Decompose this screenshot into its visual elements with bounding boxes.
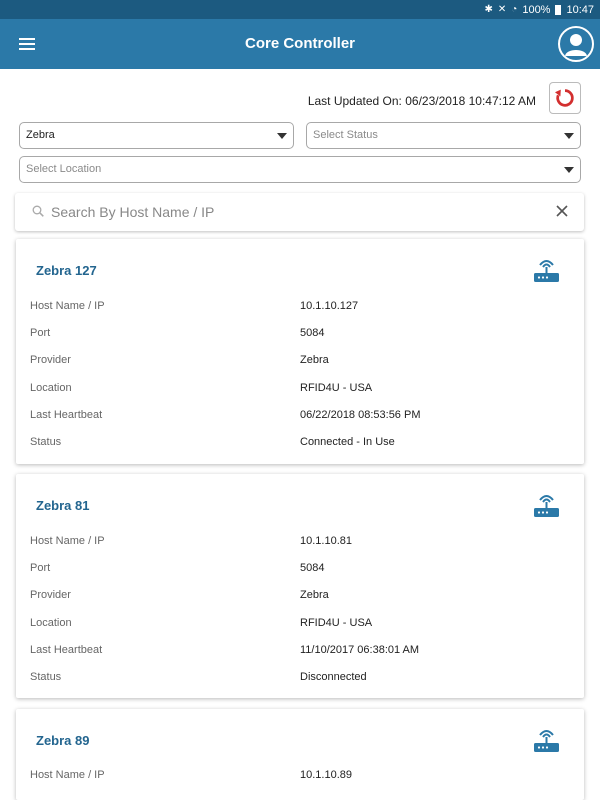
provider-value: Zebra	[300, 354, 329, 366]
bluetooth-icon: ✱	[484, 4, 493, 15]
host-row: Host Name / IP 10.1.10.81	[16, 535, 584, 551]
wifi-icon: ◔	[511, 4, 518, 15]
provider-select-value: Zebra	[26, 129, 55, 141]
status-select-placeholder: Select Status	[313, 129, 378, 141]
heartbeat-value: 11/10/2017 06:38:01 AM	[300, 644, 420, 656]
row-label: Provider	[30, 589, 71, 601]
provider-row: Provider Zebra	[16, 589, 584, 605]
search-input[interactable]	[51, 199, 551, 225]
location-select[interactable]: Select Location	[19, 156, 581, 183]
status-select[interactable]: Select Status	[306, 122, 581, 149]
port-row: Port 5084	[16, 327, 584, 343]
status-value: Connected - In Use	[300, 436, 395, 448]
row-label: Host Name / IP	[30, 535, 105, 547]
controller-card[interactable]: Zebra 127 Host Name / IP 10.1.10.127 Port…	[16, 239, 584, 464]
row-label: Last Heartbeat	[30, 644, 103, 656]
user-icon[interactable]	[558, 26, 594, 62]
page-title: Core Controller	[244, 35, 355, 52]
row-label: Last Heartbeat	[30, 409, 103, 421]
controller-name: Zebra 81	[36, 498, 90, 513]
provider-value: Zebra	[300, 589, 329, 601]
row-label: Location	[30, 382, 72, 394]
clock: 10:47	[566, 3, 594, 16]
dropdown-arrow-icon	[277, 133, 287, 139]
row-label: Status	[30, 436, 62, 448]
heartbeat-value: 06/22/2018 08:53:56 PM	[300, 409, 421, 421]
port-row: Port 5084	[16, 562, 584, 578]
row-label: Location	[30, 617, 72, 629]
host-value: 10.1.10.89	[300, 769, 352, 781]
controller-card[interactable]: Zebra 89 Host Name / IP 10.1.10.89	[16, 709, 584, 800]
row-label: Provider	[30, 354, 71, 366]
host-row: Host Name / IP 10.1.10.89	[16, 769, 584, 785]
last-updated-text: Last Updated On: 06/23/2018 10:47:12 AM	[307, 94, 536, 108]
host-value: 10.1.10.81	[300, 535, 352, 547]
row-label: Port	[30, 562, 51, 574]
router-icon	[534, 730, 559, 752]
heartbeat-row: Last Heartbeat 06/22/2018 08:53:56 PM	[16, 409, 584, 425]
controller-card[interactable]: Zebra 81 Host Name / IP 10.1.10.81 Port 50…	[16, 474, 584, 698]
row-label: Host Name / IP	[30, 769, 105, 781]
controller-name: Zebra 89	[36, 733, 90, 748]
refresh-button[interactable]	[549, 82, 581, 114]
search-icon	[32, 205, 44, 217]
battery-percent: 100%	[522, 3, 551, 16]
mute-icon: ✕	[497, 4, 507, 15]
search-bar	[15, 193, 584, 231]
port-value: 5084	[300, 327, 325, 339]
status-row: Status Connected - In Use	[16, 436, 584, 452]
battery-icon	[555, 4, 562, 15]
close-icon[interactable]	[555, 204, 569, 218]
dropdown-arrow-icon	[564, 133, 574, 139]
heartbeat-row: Last Heartbeat 11/10/2017 06:38:01 AM	[16, 644, 584, 660]
status-value: Disconnected	[300, 671, 367, 683]
location-select-placeholder: Select Location	[26, 163, 102, 175]
refresh-icon	[554, 89, 574, 107]
row-label: Host Name / IP	[30, 300, 105, 312]
row-label: Port	[30, 327, 51, 339]
system-status-bar: ✱ ✕ ◔ 100% 10:47	[0, 0, 600, 19]
location-value: RFID4U - USA	[300, 382, 373, 394]
dropdown-arrow-icon	[564, 167, 574, 173]
location-row: Location RFID4U - USA	[16, 382, 584, 398]
controller-name: Zebra 127	[36, 263, 97, 278]
location-value: RFID4U - USA	[300, 617, 373, 629]
provider-row: Provider Zebra	[16, 354, 584, 370]
host-row: Host Name / IP 10.1.10.127	[16, 300, 584, 316]
port-value: 5084	[300, 562, 325, 574]
provider-select[interactable]: Zebra	[19, 122, 294, 149]
router-icon	[534, 495, 559, 517]
location-row: Location RFID4U - USA	[16, 617, 584, 633]
app-bar: Core Controller	[0, 19, 600, 69]
row-label: Status	[30, 671, 62, 683]
router-icon	[534, 260, 559, 282]
host-value: 10.1.10.127	[300, 300, 359, 312]
status-row: Status Disconnected	[16, 671, 584, 687]
